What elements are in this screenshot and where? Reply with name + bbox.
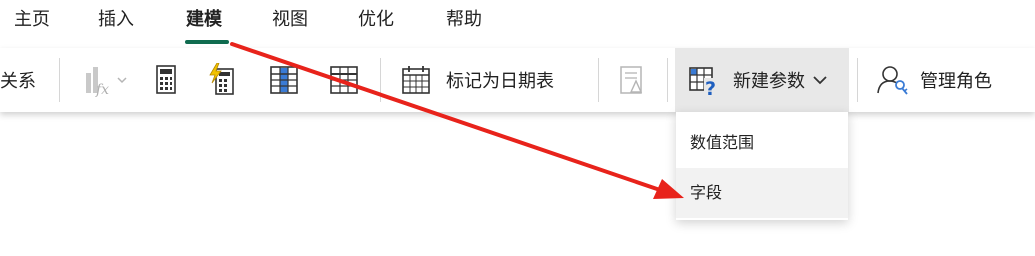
manage-relationships-label: 关系 <box>0 71 36 92</box>
what-if-parameter-button[interactable] <box>617 48 651 112</box>
ribbon-divider <box>59 58 60 102</box>
new-column-button[interactable] <box>268 48 302 112</box>
new-measure-dropdown-button[interactable]: fx <box>78 48 138 112</box>
ribbon-divider <box>380 58 381 102</box>
quick-measure-icon: fx <box>78 63 130 97</box>
parameter-table-icon: ? <box>687 64 721 96</box>
tab-insert[interactable]: 插入 <box>98 6 134 34</box>
new-measure-button[interactable] <box>153 48 183 112</box>
calculator-icon <box>153 64 179 96</box>
new-parameter-label: 新建参数 <box>733 71 805 92</box>
calendar-icon <box>400 64 432 96</box>
ribbon-divider <box>667 58 668 102</box>
mark-as-date-table-label: 标记为日期表 <box>446 71 554 92</box>
ribbon-divider <box>857 58 858 102</box>
tab-help[interactable]: 帮助 <box>446 6 482 34</box>
menu-bar: 主页 插入 建模 视图 优化 帮助 <box>0 0 1035 44</box>
new-table-button[interactable] <box>328 48 362 112</box>
dropdown-item-numeric-range[interactable]: 数值范围 <box>676 118 848 168</box>
quick-calc-button[interactable] <box>206 48 240 112</box>
tab-home[interactable]: 主页 <box>14 6 50 34</box>
manage-relationships-button[interactable]: 关系 <box>0 48 48 112</box>
tab-view[interactable]: 视图 <box>272 6 308 34</box>
disabled-report-icon <box>617 64 647 96</box>
manage-roles-button[interactable]: 管理角色 <box>876 48 1026 112</box>
active-tab-indicator <box>185 40 229 44</box>
mark-as-date-table-button[interactable]: 标记为日期表 <box>400 48 590 112</box>
dropdown-item-fields[interactable]: 字段 <box>676 168 848 218</box>
new-column-icon <box>268 64 300 96</box>
ribbon-divider <box>598 58 599 102</box>
ribbon-toolbar: 关系 fx 标记为日期表 ? 新建参数 管理角色 <box>0 48 1035 112</box>
tab-modeling[interactable]: 建模 <box>186 6 222 34</box>
chevron-down-icon <box>813 75 827 85</box>
new-parameter-button[interactable]: ? 新建参数 <box>675 48 849 112</box>
lightning-calculator-icon <box>206 63 238 97</box>
table-icon <box>328 64 360 96</box>
tab-optimize[interactable]: 优化 <box>358 6 394 34</box>
svg-text:?: ? <box>705 78 716 96</box>
user-key-icon <box>876 63 910 97</box>
svg-text:fx: fx <box>95 82 109 97</box>
manage-roles-label: 管理角色 <box>920 71 992 92</box>
new-parameter-dropdown: 数值范围 字段 <box>676 112 848 220</box>
